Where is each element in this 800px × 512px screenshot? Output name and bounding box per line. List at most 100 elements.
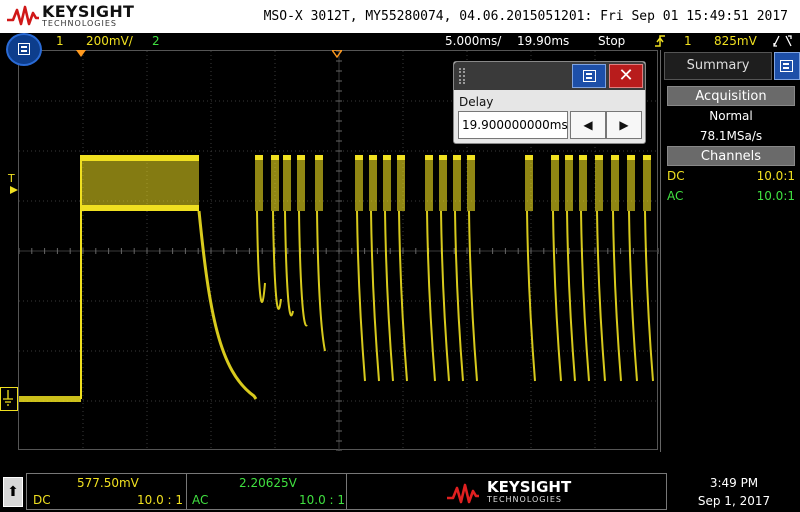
- burst-pulse-top: [627, 155, 635, 160]
- burst-pulse-top: [255, 155, 263, 160]
- burst-pulse-top: [383, 155, 391, 160]
- burst-pulse-top: [595, 155, 603, 160]
- burst-decay: [596, 210, 606, 382]
- ch2-offset: 2.20625V: [239, 476, 297, 490]
- ch1-number[interactable]: 1: [56, 34, 64, 48]
- delay-dialog-header[interactable]: ✕: [454, 62, 645, 90]
- trigger-level-marker[interactable]: T: [8, 172, 15, 185]
- burst-decay: [256, 210, 266, 303]
- ch1-info[interactable]: 577.50mV DC 10.0 : 1: [27, 474, 187, 509]
- burst-pulse: [627, 155, 635, 211]
- burst-decay: [384, 210, 394, 382]
- burst-decay: [526, 210, 536, 382]
- home-button[interactable]: ⬆: [3, 477, 23, 507]
- burst-decay: [284, 210, 294, 317]
- burst-pulse-top: [397, 155, 405, 160]
- trigger-level[interactable]: 825mV: [714, 34, 757, 48]
- burst-pulse: [565, 155, 573, 211]
- ch1-coupling-bottom: DC: [33, 493, 51, 507]
- ch2-number[interactable]: 2: [152, 34, 160, 48]
- delay-dialog: ✕ Delay 19.900000000ms ◀ ▶: [453, 61, 646, 144]
- keysight-logo-icon: [7, 5, 39, 26]
- burst-pulse-top: [369, 155, 377, 160]
- ground-reference-icon[interactable]: [0, 387, 18, 411]
- summary-panel: Summary Acquisition Normal 78.1MSa/s Cha…: [660, 50, 800, 452]
- burst-pulse-top: [315, 155, 323, 160]
- run-state[interactable]: Stop: [598, 34, 625, 48]
- burst-pulse: [579, 155, 587, 211]
- burst-pulse: [271, 155, 279, 211]
- burst-pulse: [453, 155, 461, 211]
- channels-header[interactable]: Channels: [667, 146, 795, 166]
- menu-icon: [18, 43, 30, 55]
- clock-time: 3:49 PM: [709, 476, 759, 490]
- delay-input[interactable]: 19.900000000ms: [458, 111, 568, 139]
- burst-pulse: [643, 155, 651, 211]
- burst-decay: [644, 210, 654, 382]
- burst-pulse: [611, 155, 619, 211]
- pulse-bottom-edge: [81, 205, 199, 211]
- acquisition-header[interactable]: Acquisition: [667, 86, 795, 106]
- burst-pulse-top: [283, 155, 291, 160]
- delay-increment-button[interactable]: ▶: [606, 111, 642, 139]
- delay-decrement-button[interactable]: ◀: [570, 111, 606, 139]
- burst-decay: [398, 210, 408, 382]
- burst-decay: [298, 210, 308, 327]
- timebase-scale[interactable]: 5.000ms/: [445, 34, 501, 48]
- burst-pulse-top: [439, 155, 447, 160]
- burst-pulse: [369, 155, 377, 211]
- burst-decay: [356, 210, 366, 382]
- footer-brand-name: KEYSIGHT: [487, 478, 572, 496]
- instrument-title: MSO-X 3012T, MY55280074, 04.06.201505120…: [263, 9, 788, 24]
- ch2-coupling-bottom: AC: [192, 493, 209, 507]
- burst-pulse: [595, 155, 603, 211]
- trigger-position-marker-icon[interactable]: [76, 50, 86, 58]
- delay-close-button[interactable]: ✕: [609, 64, 643, 88]
- burst-decay: [454, 210, 464, 382]
- ch1-coupling: DC: [667, 169, 685, 183]
- burst-pulse-top: [525, 155, 533, 160]
- keysight-logo-icon: [447, 483, 479, 504]
- touch-icon[interactable]: [772, 34, 794, 51]
- burst-decay: [580, 210, 590, 382]
- acquisition-mode: Normal: [709, 109, 753, 123]
- ch2-probe-bottom: 10.0 : 1: [299, 493, 346, 507]
- trigger-source[interactable]: 1: [684, 34, 692, 48]
- clock-date: Sep 1, 2017: [697, 494, 771, 508]
- burst-pulse: [297, 155, 305, 211]
- burst-decay: [370, 210, 380, 382]
- burst-pulse: [383, 155, 391, 211]
- footer-brand-subtitle: TECHNOLOGIES: [487, 495, 562, 504]
- timebase-delay[interactable]: 19.90ms: [517, 34, 569, 48]
- summary-menu-button[interactable]: [774, 52, 800, 80]
- burst-pulse-top: [467, 155, 475, 160]
- burst-decay: [440, 210, 450, 382]
- burst-pulse: [439, 155, 447, 211]
- burst-pulse-top: [565, 155, 573, 160]
- burst-pulse-top: [271, 155, 279, 160]
- ch1-probe-bottom: 10.0 : 1: [137, 493, 184, 507]
- ch1-scale[interactable]: 200mV/: [86, 34, 133, 48]
- burst-decay: [426, 210, 436, 382]
- menu-icon: [780, 60, 793, 72]
- decay-tail: [197, 210, 258, 400]
- menu-icon: [583, 70, 596, 82]
- burst-pulse-top: [297, 155, 305, 160]
- summary-tab[interactable]: Summary: [664, 52, 772, 80]
- ch2-coupling: AC: [667, 189, 684, 203]
- burst-pulse-top: [425, 155, 433, 160]
- delay-menu-button[interactable]: [572, 64, 606, 88]
- ch2-info[interactable]: 2.20625V AC 10.0 : 1: [187, 474, 347, 509]
- trigger-level-arrow-icon: [10, 186, 18, 194]
- ch1-offset: 577.50mV: [77, 476, 139, 490]
- delay-center-marker-icon[interactable]: [332, 50, 342, 58]
- sample-rate: 78.1MSa/s: [699, 129, 763, 143]
- burst-pulse-top: [611, 155, 619, 160]
- burst-pulse-top: [453, 155, 461, 160]
- drag-grip-icon[interactable]: [459, 68, 465, 84]
- title-bar: KEYSIGHT TECHNOLOGIES MSO-X 3012T, MY552…: [0, 0, 800, 33]
- burst-decay: [468, 210, 478, 382]
- pulse-top-edge: [81, 155, 199, 161]
- brand-subtitle: TECHNOLOGIES: [42, 19, 117, 28]
- main-menu-button[interactable]: [6, 33, 42, 66]
